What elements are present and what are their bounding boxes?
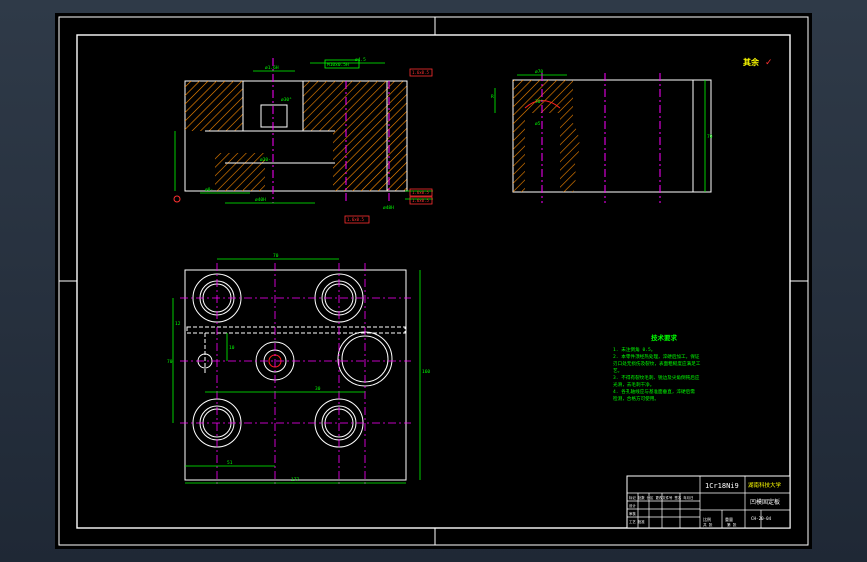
plate-outline [184,269,407,481]
datum-tag: 1.6x0.5 [412,190,429,195]
section-view-b[interactable]: ø70 R 30° ø5 70 [491,69,713,203]
dim-label: ø4.5 [355,57,366,63]
sheet-count: 共 张 [703,522,713,527]
section-a-hatch-mid [303,81,333,131]
tech-req-line: 光滑，去毛刺干净。 [613,381,654,388]
centering-marks [59,17,808,545]
sheet-number: 第 张 [727,522,737,527]
corner-holes [192,273,364,448]
dim-label: 177 [291,477,299,483]
section-a-balloon [173,195,181,203]
finish-note-text: 其余 [743,57,760,67]
tech-req-line: 3. 不得有裂纹毛刺、锐边及尖角倒钝后应 [613,374,700,381]
dim-label: 30° [535,99,543,105]
surface-finish-note: 其余 ✓ [743,57,773,68]
plan-view[interactable]: 70 70 160 12 30 10 51 177 [167,253,430,487]
section-a-hatch-right [333,81,388,191]
dim-label: 10 [229,345,235,351]
dim-label: 160 [422,369,430,375]
cad-drawing-canvas: M10x0.5H ø1.6H ø4.5 ø30° ø20- ø8- ø40H ø… [58,16,809,546]
dim-label: 51 [227,460,233,466]
datum-tag: 1.6x0.5 [412,70,429,75]
dim-label: ø40H [255,197,266,203]
section-b-hatch-left [513,80,525,192]
tech-req-line: 检测，合格方可使用。 [613,395,659,402]
sheet-inner-border [76,34,791,529]
check-icon: ✓ [765,58,773,68]
drawing-viewport[interactable]: M10x0.5H ø1.6H ø4.5 ø30° ø20- ø8- ø40H ø… [55,13,812,549]
dim-label: 30 [315,386,321,392]
dim-label: ø1.6H [265,65,279,71]
tech-req-line: 刃口处无损伤及裂纹，表面粗糙度应满足工 [613,360,701,367]
dim-label: ø70 [535,69,543,75]
dim-label: 70 [167,359,173,365]
tech-req-line: 1. 未注倒角 0.5。 [613,346,655,353]
tech-requirements: 技术要求 1. 未注倒角 0.5。 2. 本零件须经热处理，淬硬后加工，保证 刃… [613,333,701,402]
dim-label: ø5 [535,121,541,127]
dim-label: ø8- [205,187,213,193]
tech-req-line: 4. 各孔轴线应与基准面垂直，淬硬后需 [613,388,695,395]
section-b-hatch-right [560,80,580,192]
part-name: 凹模固定板 [750,498,780,506]
dim-label: 70 [273,253,279,259]
title-row: 设计 [629,503,636,508]
section-a-hatch-lower [215,153,265,191]
plan-centerlines [180,263,411,487]
tech-req-title: 技术要求 [651,333,678,342]
drawing-number: CH-20-04 [751,516,772,521]
dim-label: M10x0.5H [327,62,349,68]
section-a-right-wall [386,80,408,192]
tech-req-line: 2. 本零件须经热处理，淬硬后加工，保证 [613,353,700,360]
dim-label: ø48H [383,205,394,211]
sheet-outer-frame [58,16,809,546]
dim-label: ø20- [260,157,271,163]
title-block: 1Cr18Ni9 湖南科技大学 凹模固定板 CH-20-04 比例 重量 标记 … [626,475,791,529]
plan-dim-lines [172,258,421,484]
dim-label: 12 [175,321,181,327]
datum-tag: 1.6x0.5 [412,198,429,203]
section-view-a[interactable]: M10x0.5H ø1.6H ø4.5 ø30° ø20- ø8- ø40H ø… [173,57,433,224]
title-row: 审核 [629,511,636,516]
title-row: 标记 处数 分区 更改文件号 签名 年月日 [629,495,693,500]
datum-tag: 1.6x0.5 [347,217,364,222]
scale-label: 比例 [703,516,711,522]
dim-label: ø30° [281,97,292,103]
section-a-hatch-left [185,81,243,131]
weight-label: 重量 [725,516,733,522]
hidden-channel [186,326,406,334]
dim-label: R [491,94,494,100]
dim-label: 70 [707,134,713,140]
school-name: 湖南科技大学 [748,481,782,489]
material-text: 1Cr18Ni9 [705,482,739,490]
section-a-punch-seat [260,104,288,128]
title-row: 工艺 批准 [629,519,645,524]
tech-req-line: 艺。 [613,368,622,374]
